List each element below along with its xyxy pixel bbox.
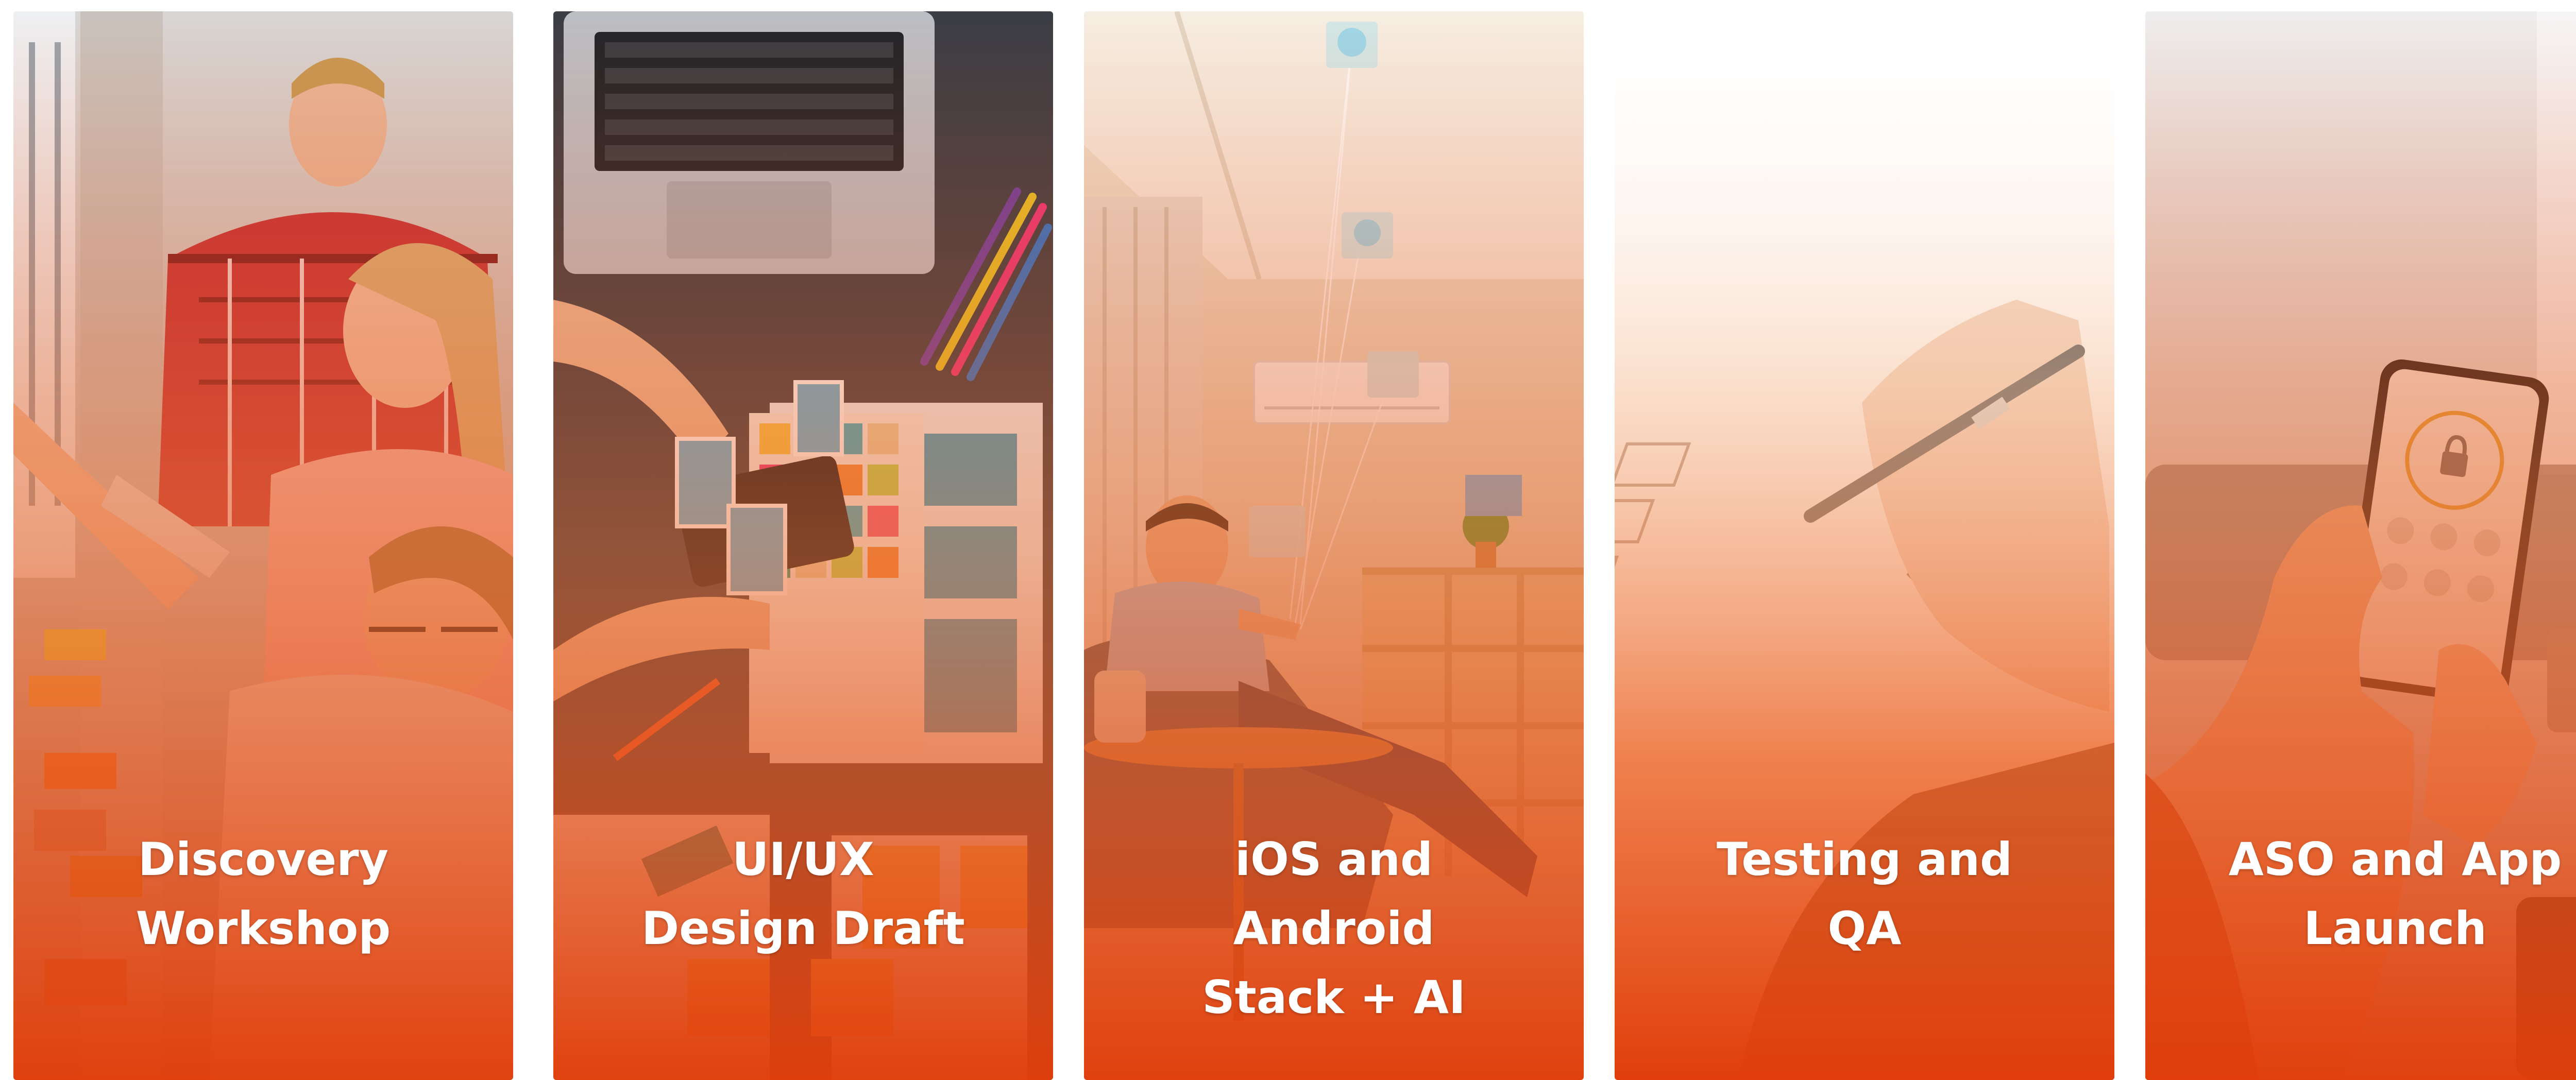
card-title-line: Design Draft — [641, 902, 965, 955]
card-title-line: Discovery — [138, 833, 389, 886]
card-title-line: Workshop — [135, 902, 391, 955]
card-title: Discovery Workshop — [13, 825, 513, 963]
card-testing-qa[interactable]: Testing and QA — [1615, 11, 2114, 1080]
card-title-line: Android — [1233, 902, 1435, 955]
card-title-line: UI/UX — [732, 833, 874, 886]
card-title: Testing and QA — [1615, 825, 2114, 963]
card-title-line: Launch — [2303, 902, 2487, 955]
card-ui-ux-design-draft[interactable]: UI/UX Design Draft — [553, 11, 1053, 1080]
card-discovery-workshop[interactable]: Discovery Workshop — [13, 11, 513, 1080]
card-title-line: QA — [1827, 902, 1902, 955]
card-title-line: Testing and — [1717, 833, 2012, 886]
card-title: UI/UX Design Draft — [553, 825, 1053, 963]
card-title: iOS and Android Stack + AI — [1084, 825, 1584, 1032]
card-title-line: Stack + AI — [1202, 971, 1466, 1024]
card-aso-app-launch[interactable]: ASO and App Launch — [2145, 11, 2576, 1080]
card-title-line: iOS and — [1234, 833, 1433, 886]
card-title-line: ASO and App — [2228, 833, 2562, 886]
card-ios-android-stack-ai[interactable]: iOS and Android Stack + AI — [1084, 11, 1584, 1080]
service-cards-row: Discovery Workshop UI/UX Design Draft iO… — [0, 0, 2576, 1080]
card-title: ASO and App Launch — [2145, 825, 2576, 963]
